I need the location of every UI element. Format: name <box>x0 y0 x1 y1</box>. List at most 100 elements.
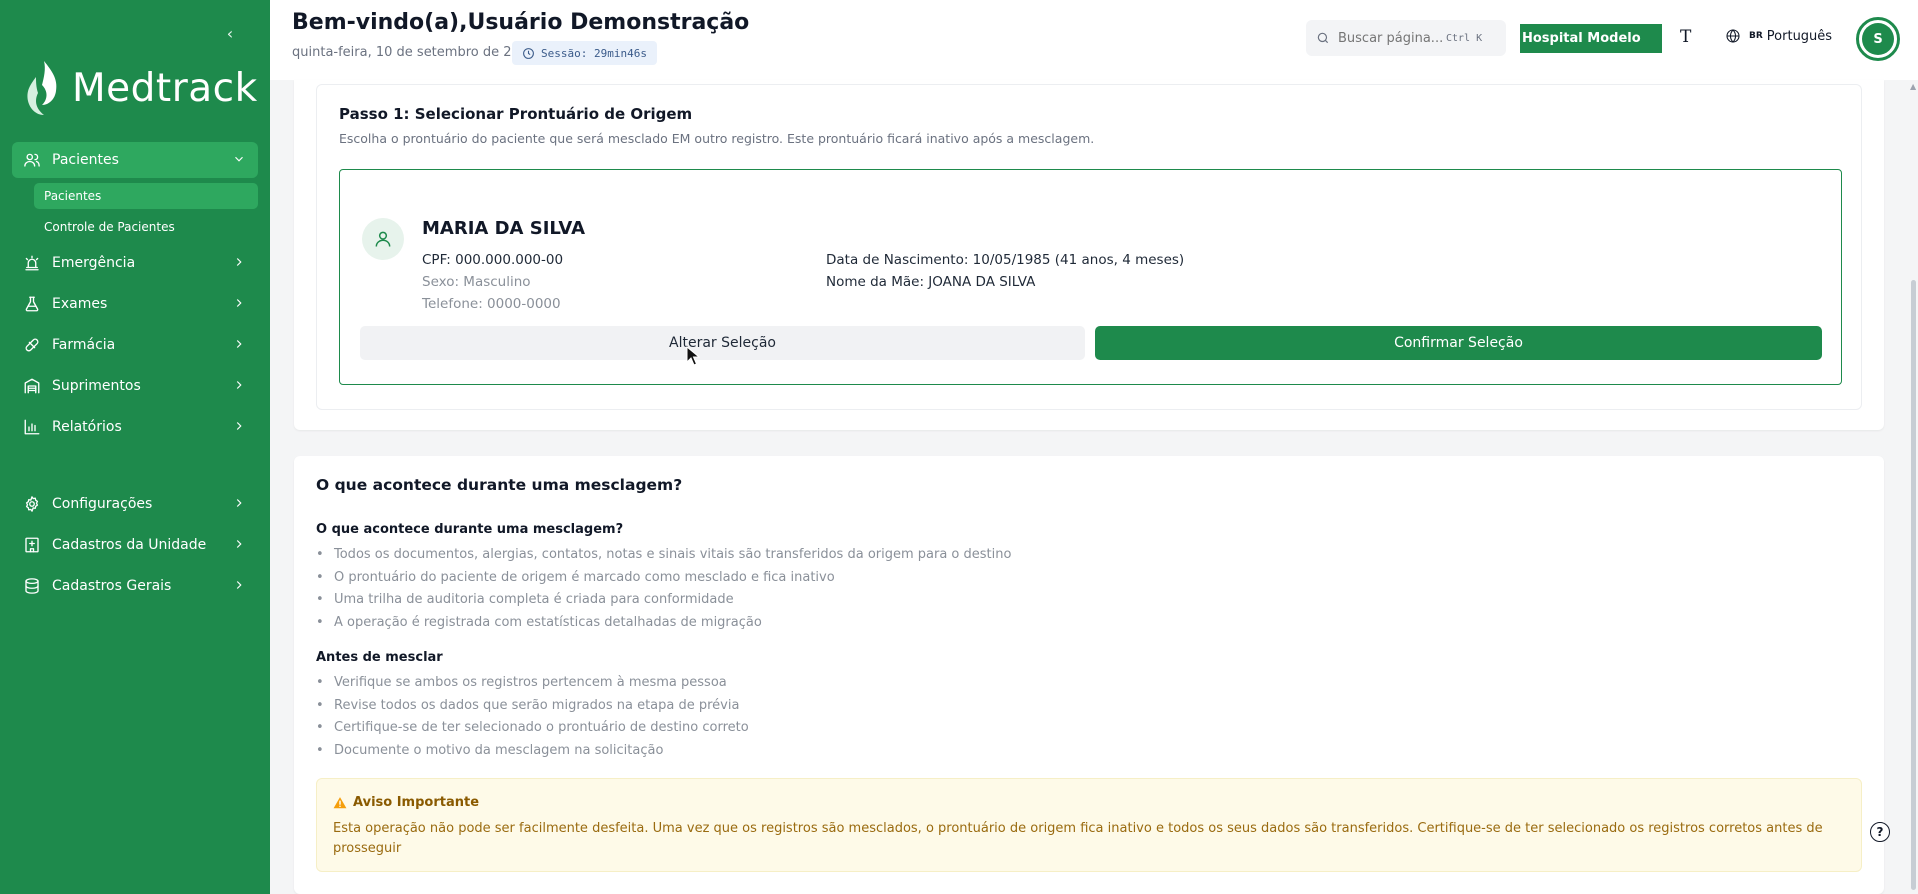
warehouse-icon <box>22 376 42 396</box>
warning-title: Aviso Importante <box>333 795 479 810</box>
bar-chart-icon <box>22 417 42 437</box>
users-icon <box>22 150 42 170</box>
patient-telefone: Telefone: 0000-0000 <box>422 296 561 312</box>
warning-title-text: Aviso Importante <box>353 795 480 810</box>
sidebar-item-pacientes[interactable]: Pacientes <box>12 142 258 178</box>
list-item: Todos os documentos, alergias, contatos,… <box>316 544 1011 567</box>
confirm-selection-button[interactable]: Confirmar Seleção <box>1095 326 1822 360</box>
clock-icon <box>523 47 534 59</box>
page-title: Bem-vindo(a),Usuário Demonstração <box>292 10 750 35</box>
merge-effects-list: Todos os documentos, alergias, contatos,… <box>316 544 1011 634</box>
sidebar-item-label: Cadastros Gerais <box>52 578 172 594</box>
siren-icon <box>22 253 42 273</box>
sidebar-item-label: Configurações <box>52 496 153 512</box>
session-timer-badge: Sessão: 29min46s <box>512 41 657 65</box>
scroll-up-arrow-icon[interactable]: ▲ <box>1910 82 1916 91</box>
user-avatar[interactable]: S <box>1856 17 1900 61</box>
logo[interactable]: Medtrack <box>22 58 258 118</box>
info-section-title: Antes de mesclar <box>316 650 443 665</box>
sidebar-item-label: Emergência <box>52 255 136 271</box>
sidebar-item-configuracoes[interactable]: Configurações <box>12 486 258 522</box>
patient-name: MARIA DA SILVA <box>422 218 586 239</box>
hospital-icon <box>22 535 42 555</box>
sidebar-item-farmacia[interactable]: Farmácia <box>12 327 258 363</box>
chevron-right-icon <box>232 296 246 310</box>
list-item: O prontuário do paciente de origem é mar… <box>316 567 1011 590</box>
top-header: Bem-vindo(a),Usuário Demonstração quinta… <box>270 0 1918 80</box>
warning-text: Esta operação não pode ser facilmente de… <box>333 821 1823 856</box>
merge-step-card: Passo 1: Selecionar Prontuário de Origem… <box>294 80 1884 430</box>
globe-icon <box>1726 29 1740 43</box>
sidebar-item-label: Farmácia <box>52 337 116 353</box>
info-section-title: O que acontece durante uma mesclagem? <box>316 522 624 537</box>
language-label: Português <box>1766 28 1833 44</box>
gear-icon <box>22 494 42 514</box>
user-icon <box>375 231 391 247</box>
step-panel: Passo 1: Selecionar Prontuário de Origem… <box>316 84 1862 410</box>
sidebar-item-label: Cadastros da Unidade <box>52 537 207 553</box>
merge-info-card: O que acontece durante uma mesclagem? O … <box>294 456 1884 894</box>
language-flag: BR <box>1749 31 1763 41</box>
selected-patient-card: MARIA DA SILVA CPF: 000.000.000-00 Sexo:… <box>339 169 1842 385</box>
alter-selection-button[interactable]: Alterar Seleção <box>360 326 1085 360</box>
flask-icon <box>22 294 42 314</box>
brand-name: Medtrack <box>72 65 258 111</box>
pill-icon <box>22 335 42 355</box>
hospital-selector-button[interactable]: Hospital Modelo <box>1520 24 1662 53</box>
patient-avatar <box>362 218 404 260</box>
sidebar-subitem-controle-de-pacientes[interactable]: Controle de Pacientes <box>34 214 258 240</box>
sidebar-item-relatorios[interactable]: Relatórios <box>12 409 258 445</box>
patient-mother-name: Nome da Mãe: JOANA DA SILVA <box>826 274 1036 290</box>
search-icon <box>1317 32 1329 44</box>
chevron-right-icon <box>232 378 246 392</box>
list-item: A operação é registrada com estatísticas… <box>316 612 1011 635</box>
flame-logo-icon <box>27 61 57 115</box>
avatar-initial: S <box>1862 23 1894 55</box>
list-item: Revise todos os dados que serão migrados… <box>316 695 749 718</box>
info-card-title: O que acontece durante uma mesclagem? <box>316 476 683 494</box>
sidebar-item-label: Relatórios <box>52 419 122 435</box>
sidebar: ‹ Medtrack Pacientes Pacientes Controle … <box>0 0 270 894</box>
before-merge-list: Verifique se ambos os registros pertence… <box>316 672 749 762</box>
search-shortcut-hint: Ctrl K <box>1446 32 1483 44</box>
help-icon[interactable]: ? <box>1870 822 1890 842</box>
chevron-right-icon <box>232 255 246 269</box>
sidebar-item-label: Pacientes <box>52 152 119 168</box>
session-timer-text: Sessão: 29min46s <box>541 46 647 60</box>
important-warning-box: Aviso Importante Esta operação não pode … <box>316 778 1862 872</box>
page-scrollbar-thumb[interactable] <box>1911 280 1916 890</box>
chevron-right-icon <box>232 496 246 510</box>
sidebar-subitem-pacientes[interactable]: Pacientes <box>34 183 258 209</box>
list-item: Uma trilha de auditoria completa é criad… <box>316 589 1011 612</box>
font-size-toggle-icon[interactable]: T <box>1680 27 1691 47</box>
sidebar-item-cadastros-da-unidade[interactable]: Cadastros da Unidade <box>12 527 258 563</box>
search-box[interactable]: Ctrl K <box>1306 20 1506 56</box>
patient-birthdate: Data de Nascimento: 10/05/1985 (41 anos,… <box>826 252 1185 268</box>
chevron-right-icon <box>232 337 246 351</box>
sidebar-item-cadastros-gerais[interactable]: Cadastros Gerais <box>12 568 258 604</box>
chevron-right-icon <box>232 419 246 433</box>
sidebar-item-suprimentos[interactable]: Suprimentos <box>12 368 258 404</box>
sidebar-item-exames[interactable]: Exames <box>12 286 258 322</box>
mouse-cursor-icon <box>686 346 700 366</box>
patient-sexo: Sexo: Masculino <box>422 274 531 290</box>
list-item: Verifique se ambos os registros pertence… <box>316 672 749 695</box>
chevron-right-icon <box>232 537 246 551</box>
sidebar-item-label: Exames <box>52 296 108 312</box>
list-item: Certifique-se de ter selecionado o pront… <box>316 717 749 740</box>
language-selector[interactable]: BR Português <box>1725 28 1832 44</box>
sidebar-nav: Pacientes Pacientes Controle de Paciente… <box>0 142 270 609</box>
patient-cpf: CPF: 000.000.000-00 <box>422 252 564 268</box>
list-item: Documente o motivo da mesclagem na solic… <box>316 740 749 763</box>
step-description: Escolha o prontuário do paciente que ser… <box>339 131 1095 146</box>
step-title: Passo 1: Selecionar Prontuário de Origem <box>339 105 693 123</box>
chevron-right-icon <box>232 578 246 592</box>
current-date: quinta-feira, 10 de setembro de 2026 <box>292 45 537 60</box>
collapse-sidebar-chevron-icon[interactable]: ‹ <box>222 26 238 42</box>
search-input[interactable] <box>1338 30 1446 46</box>
sidebar-item-emergencia[interactable]: Emergência <box>12 245 258 281</box>
chevron-down-icon <box>232 152 246 166</box>
sidebar-item-label: Suprimentos <box>52 378 141 394</box>
database-icon <box>22 576 42 596</box>
